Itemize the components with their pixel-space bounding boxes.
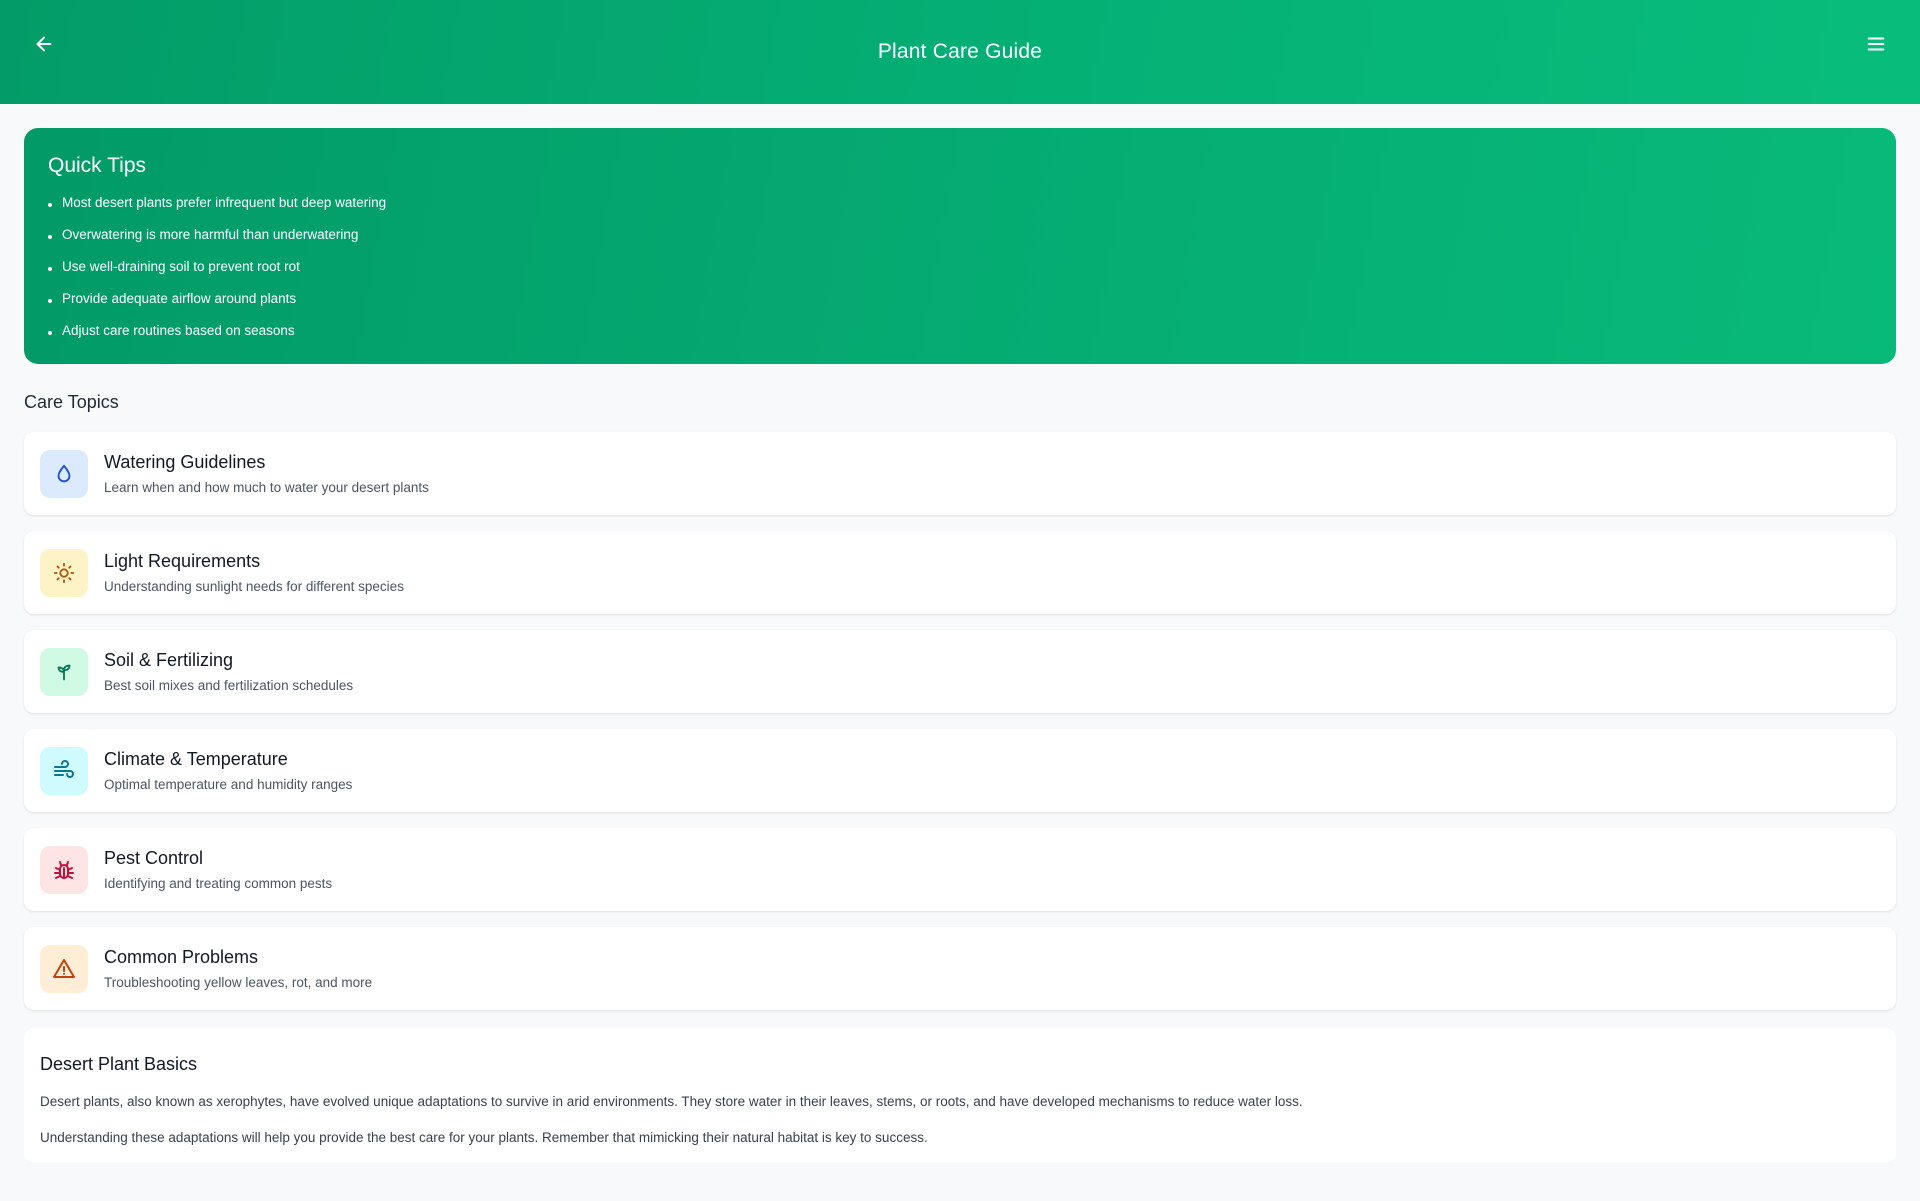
topic-text: Soil & Fertilizing Best soil mixes and f…: [104, 650, 353, 693]
basics-paragraph: Desert plants, also known as xerophytes,…: [40, 1094, 1303, 1109]
topic-icon-container: [40, 944, 88, 993]
tip-text: Most desert plants prefer infrequent but…: [62, 194, 387, 210]
back-button[interactable]: [26, 26, 62, 62]
tip-text: Provide adequate airflow around plants: [62, 290, 297, 306]
topic-text: Light Requirements Understanding sunligh…: [104, 551, 404, 594]
topic-card-watering[interactable]: Watering Guidelines Learn when and how m…: [24, 432, 1896, 515]
topic-card-soil[interactable]: Soil & Fertilizing Best soil mixes and f…: [24, 630, 1896, 713]
topic-card-climate[interactable]: Climate & Temperature Optimal temperatur…: [24, 729, 1896, 812]
topic-description: Learn when and how much to water your de…: [104, 480, 429, 495]
quick-tips-card: Quick Tips Most desert plants prefer inf…: [24, 128, 1896, 364]
wind-icon: [54, 759, 74, 778]
topic-card-pests[interactable]: Pest Control Identifying and treating co…: [24, 828, 1896, 911]
page-title: Plant Care Guide: [877, 40, 1043, 63]
menu-button[interactable]: [1858, 26, 1894, 62]
topic-title: Light Requirements: [104, 551, 261, 571]
bullet-icon: [48, 331, 52, 335]
tip-item: Adjust care routines based on seasons: [48, 314, 1872, 346]
topic-text: Watering Guidelines Learn when and how m…: [104, 452, 429, 495]
topic-text: Pest Control Identifying and treating co…: [104, 848, 332, 891]
quick-tips-list: Most desert plants prefer infrequent but…: [48, 186, 1872, 346]
topic-title: Watering Guidelines: [104, 452, 266, 472]
topic-description: Identifying and treating common pests: [104, 876, 333, 891]
topic-text: Common Problems Troubleshooting yellow l…: [104, 947, 372, 990]
topic-icon-container: [40, 449, 88, 498]
bullet-icon: [48, 235, 52, 239]
hamburger-menu-icon: [1867, 37, 1885, 51]
topic-description: Understanding sunlight needs for differe…: [104, 579, 404, 594]
app-header: Plant Care Guide: [0, 0, 1920, 104]
care-topics-heading: Care Topics: [24, 392, 119, 412]
topic-title: Climate & Temperature: [104, 749, 288, 769]
bullet-icon: [48, 203, 52, 207]
tip-text: Use well-draining soil to prevent root r…: [62, 258, 300, 274]
sprout-icon: [57, 664, 71, 680]
topic-icon-container: [40, 845, 88, 894]
bug-icon: [54, 860, 74, 879]
topic-title: Soil & Fertilizing: [104, 650, 234, 670]
tip-text: Overwatering is more harmful than underw…: [62, 226, 359, 242]
basics-paragraph: Understanding these adaptations will hel…: [40, 1129, 928, 1145]
care-topics-list: Watering Guidelines Learn when and how m…: [24, 432, 1896, 1026]
bullet-icon: [48, 267, 52, 271]
tip-text: Adjust care routines based on seasons: [62, 322, 295, 338]
tip-item: Overwatering is more harmful than underw…: [48, 218, 1872, 250]
warning-icon: [53, 958, 75, 978]
topic-card-light[interactable]: Light Requirements Understanding sunligh…: [24, 531, 1896, 614]
topic-title: Pest Control: [104, 848, 204, 868]
topic-card-problems[interactable]: Common Problems Troubleshooting yellow l…: [24, 927, 1896, 1010]
tip-item: Use well-draining soil to prevent root r…: [48, 250, 1872, 282]
tip-item: Most desert plants prefer infrequent but…: [48, 186, 1872, 218]
topic-title: Common Problems: [104, 947, 259, 967]
tip-item: Provide adequate airflow around plants: [48, 282, 1872, 314]
basics-title: Desert Plant Basics: [40, 1054, 198, 1074]
topic-text: Climate & Temperature Optimal temperatur…: [104, 749, 352, 792]
topic-icon-container: [40, 746, 88, 795]
basics-card: Desert Plant Basics Desert plants, also …: [24, 1028, 1896, 1162]
topic-icon-container: [40, 548, 88, 597]
topic-icon-container: [40, 647, 88, 696]
sun-icon: [53, 562, 75, 583]
water-drop-icon: [57, 464, 71, 482]
arrow-left-icon: [36, 36, 52, 52]
bullet-icon: [48, 299, 52, 303]
quick-tips-title: Quick Tips: [48, 154, 147, 177]
topic-description: Best soil mixes and fertilization schedu…: [104, 678, 354, 693]
topic-description: Optimal temperature and humidity ranges: [104, 777, 353, 792]
topic-description: Troubleshooting yellow leaves, rot, and …: [104, 975, 373, 990]
